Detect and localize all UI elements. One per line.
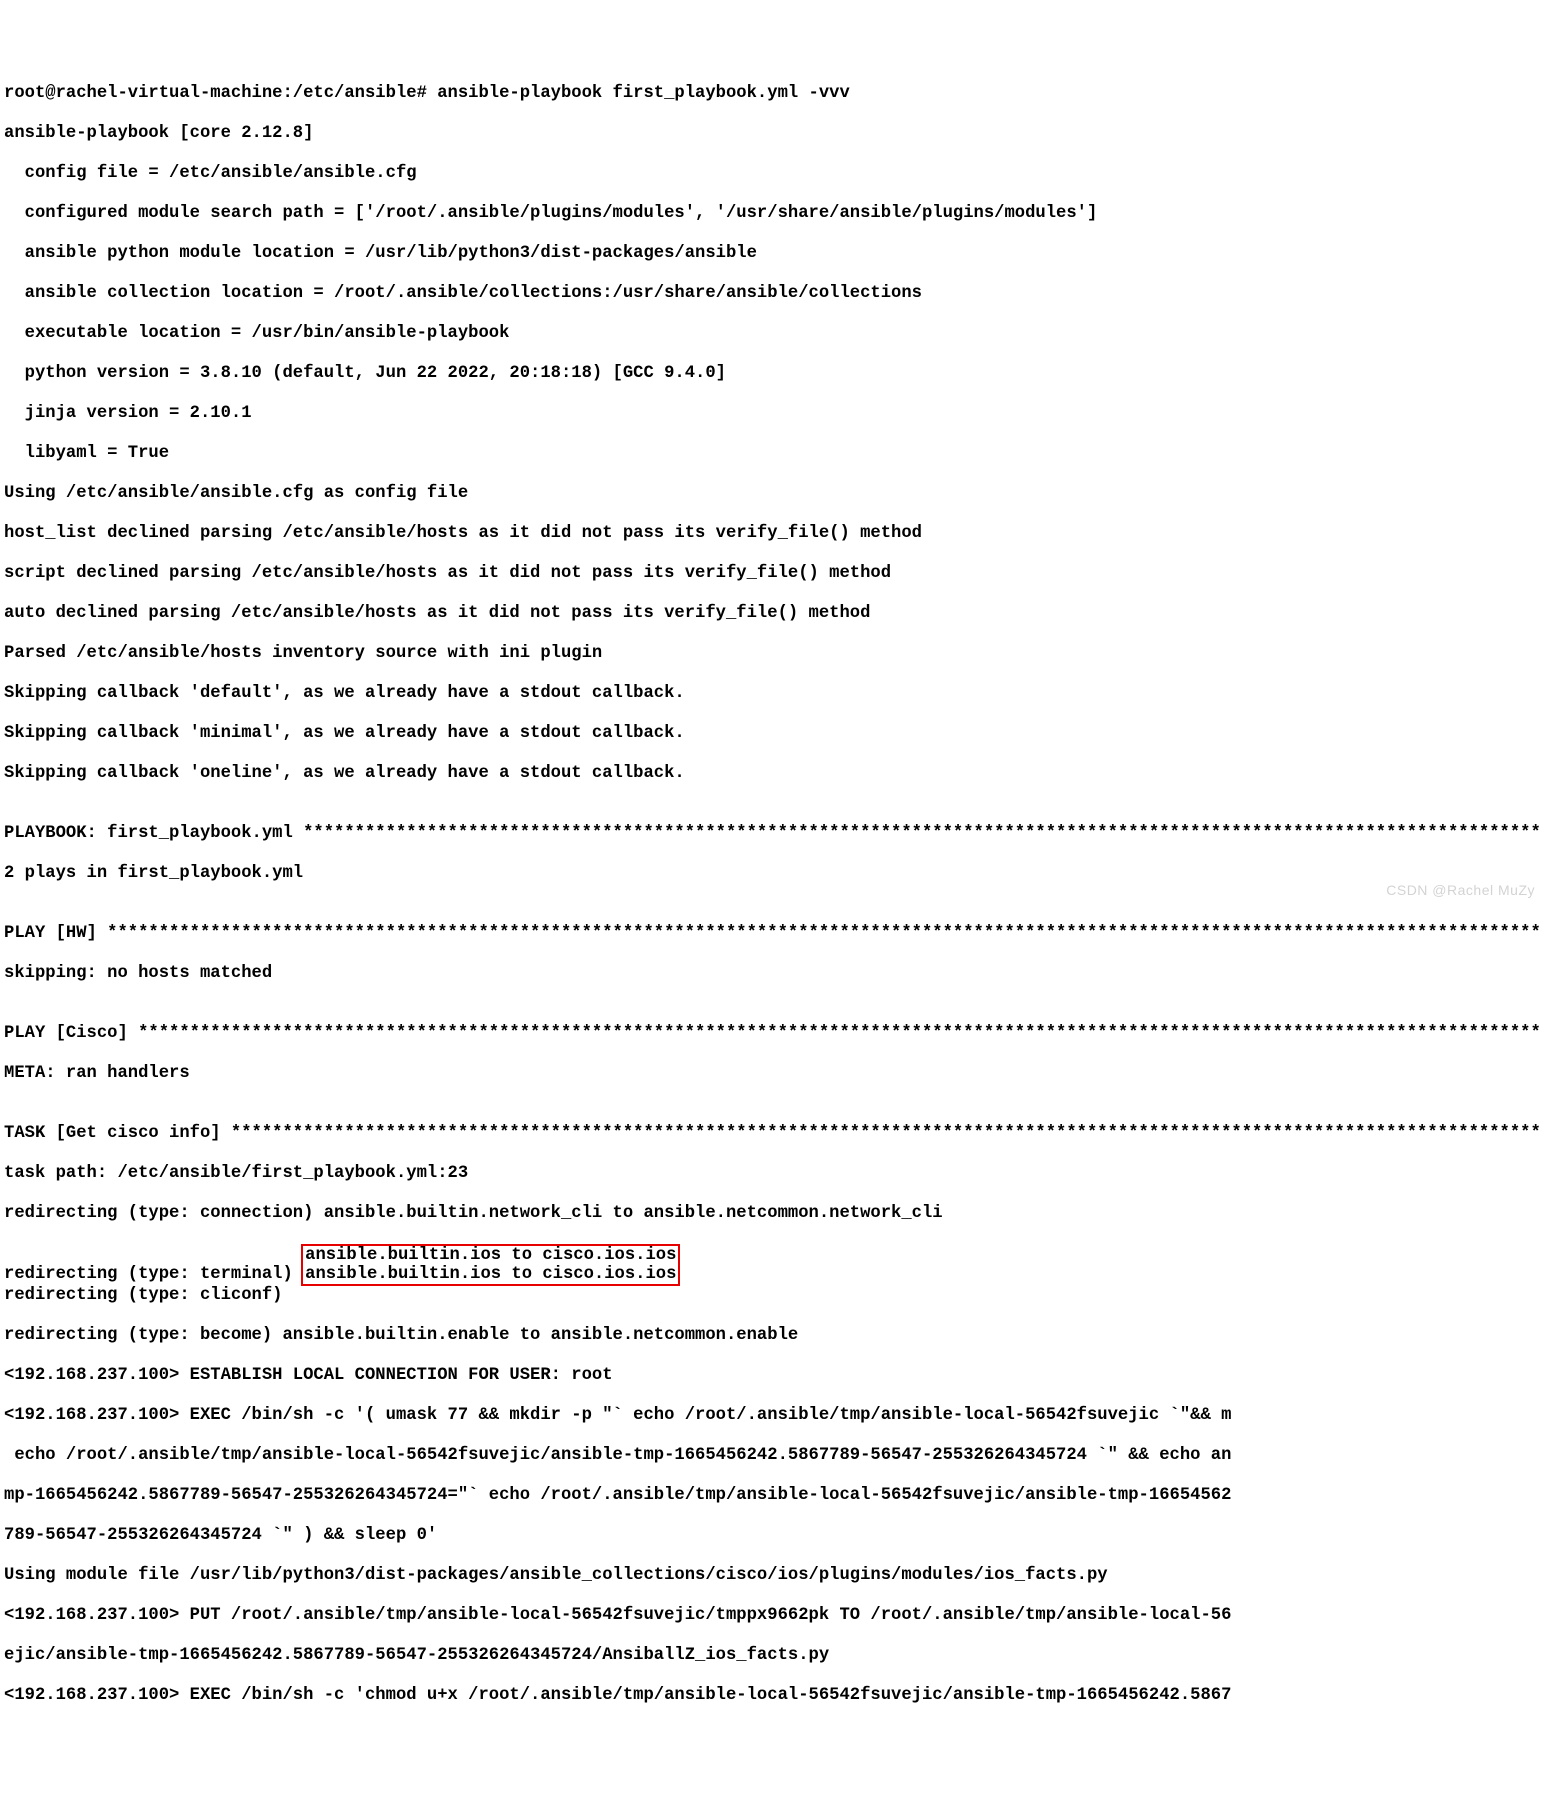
terminal-line: configured module search path = ['/root/…: [4, 204, 1537, 224]
terminal-line: jinja version = 2.10.1: [4, 404, 1537, 424]
terminal-line: TASK [Get cisco info] ******************…: [4, 1124, 1537, 1144]
terminal-line: 789-56547-255326264345724 `" ) && sleep …: [4, 1526, 1537, 1546]
terminal-line: Skipping callback 'default', as we alrea…: [4, 684, 1537, 704]
terminal-line: Skipping callback 'minimal', as we alrea…: [4, 724, 1537, 744]
terminal-line: PLAY [HW] ******************************…: [4, 924, 1537, 944]
terminal-line: redirecting (type: become) ansible.built…: [4, 1326, 1537, 1346]
terminal-line: skipping: no hosts matched: [4, 964, 1537, 984]
terminal-line: ejic/ansible-tmp-1665456242.5867789-5654…: [4, 1646, 1537, 1666]
terminal-line: <192.168.237.100> PUT /root/.ansible/tmp…: [4, 1606, 1537, 1626]
terminal-line: <192.168.237.100> EXEC /bin/sh -c 'chmod…: [4, 1686, 1537, 1706]
terminal-line: PLAYBOOK: first_playbook.yml ***********…: [4, 824, 1537, 844]
redirect-prefix: redirecting (type: terminal): [4, 1265, 303, 1284]
terminal-line: META: ran handlers: [4, 1064, 1537, 1084]
terminal-line: redirecting (type: terminal) ansible.bui…: [4, 1244, 1537, 1286]
terminal-line: <192.168.237.100> EXEC /bin/sh -c '( uma…: [4, 1406, 1537, 1426]
redirect-text: ansible.builtin.ios to cisco.ios.ios: [305, 1246, 676, 1265]
terminal-line: ansible collection location = /root/.ans…: [4, 284, 1537, 304]
watermark: CSDN @Rachel MuZy: [1386, 880, 1535, 900]
terminal-line: ansible python module location = /usr/li…: [4, 244, 1537, 264]
redirect-prefix: redirecting (type: cliconf): [4, 1286, 293, 1305]
terminal-line: ansible-playbook [core 2.12.8]: [4, 124, 1537, 144]
terminal-line: PLAY [Cisco] ***************************…: [4, 1024, 1537, 1044]
redirect-text: ansible.builtin.ios to cisco.ios.ios: [305, 1265, 676, 1284]
terminal-line: Parsed /etc/ansible/hosts inventory sour…: [4, 644, 1537, 664]
terminal-line: Using /etc/ansible/ansible.cfg as config…: [4, 484, 1537, 504]
terminal-line: redirecting (type: connection) ansible.b…: [4, 1204, 1537, 1224]
highlighted-redirect: ansible.builtin.ios to cisco.ios.iosansi…: [301, 1244, 680, 1286]
terminal-line: script declined parsing /etc/ansible/hos…: [4, 564, 1537, 584]
terminal-line: 2 plays in first_playbook.yml: [4, 864, 1537, 884]
terminal-line: libyaml = True: [4, 444, 1537, 464]
terminal-line: redirecting (type: cliconf): [4, 1286, 1537, 1306]
terminal-line: config file = /etc/ansible/ansible.cfg: [4, 164, 1537, 184]
terminal-line: task path: /etc/ansible/first_playbook.y…: [4, 1164, 1537, 1184]
terminal-line: echo /root/.ansible/tmp/ansible-local-56…: [4, 1446, 1537, 1466]
terminal-line: auto declined parsing /etc/ansible/hosts…: [4, 604, 1537, 624]
terminal-line: executable location = /usr/bin/ansible-p…: [4, 324, 1537, 344]
terminal-line: python version = 3.8.10 (default, Jun 22…: [4, 364, 1537, 384]
terminal-line: root@rachel-virtual-machine:/etc/ansible…: [4, 84, 1537, 104]
terminal-line: Skipping callback 'oneline', as we alrea…: [4, 764, 1537, 784]
terminal-line: Using module file /usr/lib/python3/dist-…: [4, 1566, 1537, 1586]
terminal-line: mp-1665456242.5867789-56547-255326264345…: [4, 1486, 1537, 1506]
terminal-line: <192.168.237.100> ESTABLISH LOCAL CONNEC…: [4, 1366, 1537, 1386]
terminal-line: host_list declined parsing /etc/ansible/…: [4, 524, 1537, 544]
